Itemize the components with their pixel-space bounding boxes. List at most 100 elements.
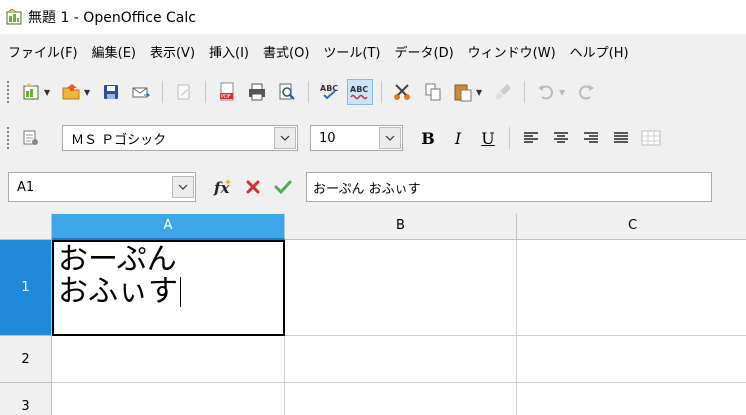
- spellcheck-icon: ABC: [320, 84, 338, 100]
- align-right-button[interactable]: [578, 125, 604, 151]
- toolbar-separator: [308, 81, 309, 103]
- underline-button[interactable]: U: [475, 125, 501, 151]
- open-button[interactable]: [58, 79, 84, 105]
- formula-bar: A1 fx おーぷん おふぃす: [0, 160, 746, 214]
- spellcheck-button[interactable]: ABC: [317, 79, 343, 105]
- svg-text:PDF: PDF: [221, 94, 231, 100]
- bold-button[interactable]: B: [415, 125, 441, 151]
- cell-c1[interactable]: [517, 240, 746, 336]
- styles-button[interactable]: [18, 125, 44, 151]
- email-button[interactable]: [128, 79, 154, 105]
- copy-button[interactable]: [420, 79, 446, 105]
- function-wizard-button[interactable]: fx: [210, 174, 236, 200]
- cell-a1-content: おーぷん おふぃす: [58, 244, 181, 308]
- name-box[interactable]: A1: [8, 172, 196, 202]
- font-name-value: ＭＳ Ｐゴシック: [71, 132, 167, 148]
- redo-icon: [579, 85, 594, 100]
- new-button[interactable]: [18, 79, 44, 105]
- menu-format[interactable]: 書式(O): [256, 42, 316, 61]
- column-header-c[interactable]: C: [517, 214, 746, 240]
- column-header-a[interactable]: A: [52, 214, 285, 240]
- format-paintbrush-button[interactable]: [490, 79, 516, 105]
- name-box-dropdown[interactable]: [172, 176, 194, 198]
- print-button[interactable]: [244, 79, 270, 105]
- italic-button[interactable]: I: [445, 125, 471, 151]
- menu-tools[interactable]: ツール(T): [316, 42, 387, 61]
- autospellcheck-toggle[interactable]: ABC: [347, 79, 373, 105]
- font-size-dropdown[interactable]: [379, 127, 401, 149]
- font-name-dropdown[interactable]: [274, 127, 296, 149]
- cut-icon: [394, 84, 410, 100]
- print-preview-button[interactable]: [274, 79, 300, 105]
- export-pdf-button[interactable]: PDF: [214, 79, 240, 105]
- menu-view[interactable]: 表示(V): [143, 42, 202, 61]
- formula-input-value: おーぷん おふぃす: [313, 181, 421, 197]
- cell-b1[interactable]: [285, 240, 517, 336]
- menu-insert[interactable]: 挿入(I): [202, 42, 256, 61]
- accept-icon: [274, 180, 292, 195]
- undo-icon: [538, 85, 553, 100]
- open-icon: [62, 84, 80, 100]
- new-icon: [23, 83, 39, 100]
- spreadsheet-grid: A B C 1 2 3 おーぷん おふぃす: [0, 214, 746, 415]
- select-all-corner[interactable]: [0, 214, 52, 240]
- align-right-icon: [584, 132, 598, 143]
- save-button[interactable]: [98, 79, 124, 105]
- cell-a1[interactable]: おーぷん おふぃす: [52, 240, 285, 336]
- align-left-button[interactable]: [518, 125, 544, 151]
- formatting-toolbar: ＭＳ Ｐゴシック 10 B I U: [0, 116, 746, 160]
- window-title: 無題 1 - OpenOffice Calc: [28, 10, 196, 26]
- cell-c2[interactable]: [517, 336, 746, 383]
- row-header-2[interactable]: 2: [0, 336, 52, 383]
- toolbar-separator: [381, 81, 382, 103]
- cell-b2[interactable]: [285, 336, 517, 383]
- align-center-button[interactable]: [548, 125, 574, 151]
- standard-toolbar: ▼ ▼ PDF ABC ABC ▼ ▼: [0, 68, 746, 116]
- paste-button[interactable]: [450, 79, 476, 105]
- cell-b3[interactable]: [285, 383, 517, 415]
- font-size-value: 10: [319, 130, 336, 146]
- redo-button[interactable]: [573, 79, 599, 105]
- paste-dropdown[interactable]: ▼: [476, 88, 484, 97]
- chevron-down-icon: [280, 135, 290, 141]
- cut-button[interactable]: [390, 79, 416, 105]
- new-dropdown[interactable]: ▼: [44, 88, 52, 97]
- undo-dropdown[interactable]: ▼: [559, 88, 567, 97]
- title-bar: 無題 1 - OpenOffice Calc: [0, 0, 746, 34]
- cell-a2[interactable]: [52, 336, 285, 383]
- accept-button[interactable]: [270, 174, 296, 200]
- name-box-value: A1: [17, 179, 35, 195]
- column-header-b[interactable]: B: [285, 214, 517, 240]
- toolbar-grip[interactable]: [6, 80, 10, 104]
- menu-window[interactable]: ウィンドウ(W): [461, 42, 563, 61]
- menu-help[interactable]: ヘルプ(H): [563, 42, 636, 61]
- menu-file[interactable]: ファイル(F): [0, 42, 85, 61]
- open-dropdown[interactable]: ▼: [84, 88, 92, 97]
- font-size-combo[interactable]: 10: [310, 125, 403, 151]
- justify-button[interactable]: [608, 125, 634, 151]
- function-wizard-icon: fx: [213, 179, 231, 197]
- menu-edit[interactable]: 編集(E): [85, 42, 143, 61]
- edit-file-button[interactable]: [171, 79, 197, 105]
- calc-app-icon: [6, 9, 22, 25]
- cancel-icon: [246, 180, 260, 194]
- toolbar-grip[interactable]: [6, 126, 10, 150]
- cell-c3[interactable]: [517, 383, 746, 415]
- undo-button[interactable]: [533, 79, 559, 105]
- row-header-1[interactable]: 1: [0, 240, 52, 336]
- format-paintbrush-icon: [495, 84, 511, 100]
- text-caret: [180, 277, 181, 307]
- font-name-combo[interactable]: ＭＳ Ｐゴシック: [62, 125, 298, 151]
- merge-cells-icon: [641, 130, 661, 146]
- toolbar-separator: [162, 81, 163, 103]
- row-header-3[interactable]: 3: [0, 383, 52, 415]
- cancel-button[interactable]: [240, 174, 266, 200]
- align-center-icon: [554, 132, 568, 143]
- menu-data[interactable]: データ(D): [388, 42, 461, 61]
- svg-text:ABC: ABC: [350, 85, 368, 94]
- merge-cells-button[interactable]: [638, 125, 664, 151]
- edit-file-icon: [177, 84, 190, 100]
- formula-input[interactable]: おーぷん おふぃす: [306, 172, 712, 202]
- print-icon: [249, 83, 265, 101]
- cell-a3[interactable]: [52, 383, 285, 415]
